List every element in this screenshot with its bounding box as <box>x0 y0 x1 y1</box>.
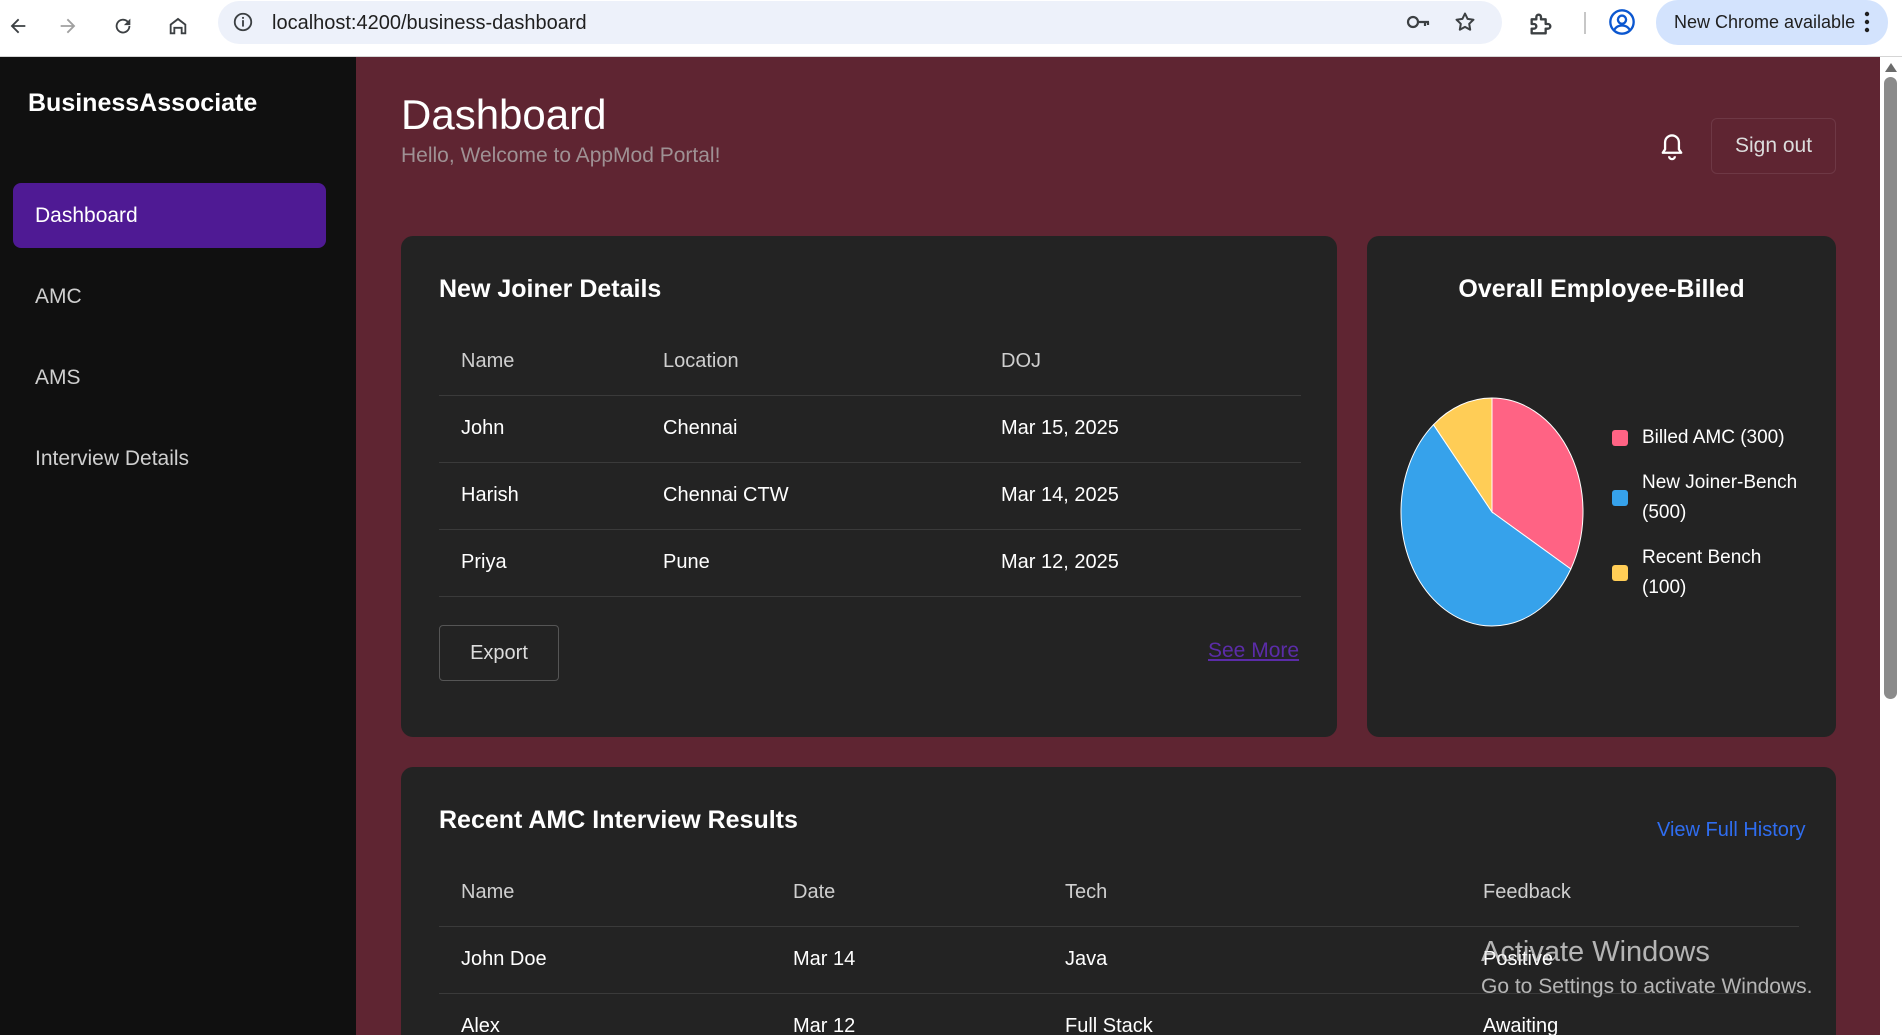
browser-toolbar: localhost:4200/business-dashboard New Ch… <box>0 0 1902 57</box>
table-cell: Mar 14 <box>771 926 1043 994</box>
notification-bell-icon[interactable] <box>1658 132 1686 162</box>
new-joiner-card: New Joiner Details Name Location DOJ Joh… <box>401 236 1337 737</box>
legend-label: Recent Bench (100) <box>1642 547 1762 598</box>
column-header: Location <box>641 328 979 396</box>
legend-item-recent-bench: Recent Bench (100) <box>1612 543 1761 603</box>
sidebar-item-amc[interactable]: AMC <box>13 264 326 329</box>
table-header-row: Name Location DOJ <box>439 328 1301 396</box>
url-text: localhost:4200/business-dashboard <box>272 12 587 34</box>
legend-swatch <box>1612 490 1628 506</box>
view-full-history-link[interactable]: View Full History <box>1657 819 1806 842</box>
legend-label: Billed AMC (300) <box>1642 427 1785 448</box>
sidebar-item-ams[interactable]: AMS <box>13 345 326 410</box>
back-icon[interactable] <box>0 8 36 44</box>
table-cell: Mar 14, 2025 <box>979 462 1301 530</box>
table-header-row: Name Date Tech Feedback <box>439 859 1799 927</box>
interview-results-title: Recent AMC Interview Results <box>439 806 798 834</box>
sidebar-item-label: Dashboard <box>35 203 138 227</box>
new-joiner-title: New Joiner Details <box>439 275 662 303</box>
new-joiner-table: Name Location DOJ John Chennai Mar 15, 2… <box>439 328 1301 597</box>
bookmark-star-icon[interactable] <box>1453 10 1477 34</box>
activation-watermark-text: Go to Settings to activate Windows. <box>1481 975 1813 998</box>
table-cell: Alex <box>439 993 771 1035</box>
employee-billed-title: Overall Employee-Billed <box>1458 275 1745 303</box>
scrollbar-thumb[interactable] <box>1884 77 1897 699</box>
export-button[interactable]: Export <box>439 625 559 681</box>
password-key-icon[interactable] <box>1405 11 1431 33</box>
column-header: Tech <box>1043 859 1461 927</box>
table-cell: Harish <box>439 462 641 530</box>
table-cell: Awaiting <box>1461 993 1799 1035</box>
column-header: Feedback <box>1461 859 1799 927</box>
activation-watermark-title: Activate Windows <box>1481 936 1710 968</box>
sidebar-item-interview-details[interactable]: Interview Details <box>13 426 326 491</box>
legend-item-billed-amc: Billed AMC (300) <box>1612 423 1785 453</box>
legend-item-new-joiner-bench: New Joiner-Bench (500) <box>1612 468 1797 528</box>
table-cell: Mar 15, 2025 <box>979 395 1301 463</box>
legend-swatch <box>1612 430 1628 446</box>
table-row: John Chennai Mar 15, 2025 <box>439 395 1301 463</box>
sidebar: BusinessAssociate Dashboard AMC AMS Inte… <box>0 57 356 1035</box>
toolbar-divider <box>1584 12 1586 34</box>
table-cell: Chennai <box>641 395 979 463</box>
column-header: Name <box>439 859 771 927</box>
kebab-menu-icon[interactable] <box>1864 10 1870 34</box>
home-icon[interactable] <box>160 8 196 44</box>
table-cell: Mar 12 <box>771 993 1043 1035</box>
table-cell: John <box>439 395 641 463</box>
profile-avatar-icon[interactable] <box>1608 8 1636 36</box>
table-cell: Mar 12, 2025 <box>979 529 1301 597</box>
sidebar-item-label: AMC <box>35 284 82 308</box>
table-row: Alex Mar 12 Full Stack Awaiting <box>439 993 1799 1035</box>
chrome-update-button[interactable]: New Chrome available <box>1656 0 1888 45</box>
reload-icon[interactable] <box>105 8 141 44</box>
page-title: Dashboard <box>401 91 607 138</box>
table-cell: Pune <box>641 529 979 597</box>
legend-swatch <box>1612 565 1628 581</box>
table-cell: Java <box>1043 926 1461 994</box>
employee-billed-pie-chart <box>1400 397 1584 627</box>
chrome-update-label: New Chrome available <box>1674 12 1856 32</box>
see-more-link[interactable]: See More <box>1208 639 1299 663</box>
table-cell: Priya <box>439 529 641 597</box>
table-cell: John Doe <box>439 926 771 994</box>
forward-icon[interactable] <box>50 8 86 44</box>
scroll-up-arrow-icon[interactable] <box>1885 63 1897 72</box>
legend-label: New Joiner-Bench (500) <box>1642 472 1798 523</box>
extensions-puzzle-icon[interactable] <box>1527 10 1555 38</box>
table-row: Harish Chennai CTW Mar 14, 2025 <box>439 462 1301 530</box>
page-subtitle: Hello, Welcome to AppMod Portal! <box>401 144 721 167</box>
table-row: Priya Pune Mar 12, 2025 <box>439 529 1301 597</box>
sidebar-item-label: Interview Details <box>35 446 190 470</box>
table-cell: Chennai CTW <box>641 462 979 530</box>
column-header: Name <box>439 328 641 396</box>
sign-out-button[interactable]: Sign out <box>1711 118 1836 174</box>
column-header: Date <box>771 859 1043 927</box>
brand-title: BusinessAssociate <box>28 89 258 117</box>
page-scrollbar[interactable] <box>1880 57 1902 1035</box>
table-cell: Full Stack <box>1043 993 1461 1035</box>
employee-billed-card: Overall Employee-Billed Billed AMC (300)… <box>1367 236 1836 737</box>
sidebar-item-dashboard[interactable]: Dashboard <box>13 183 326 248</box>
column-header: DOJ <box>979 328 1301 396</box>
address-bar[interactable]: localhost:4200/business-dashboard <box>218 1 1502 44</box>
site-info-icon[interactable] <box>232 11 254 33</box>
sidebar-item-label: AMS <box>35 365 81 389</box>
